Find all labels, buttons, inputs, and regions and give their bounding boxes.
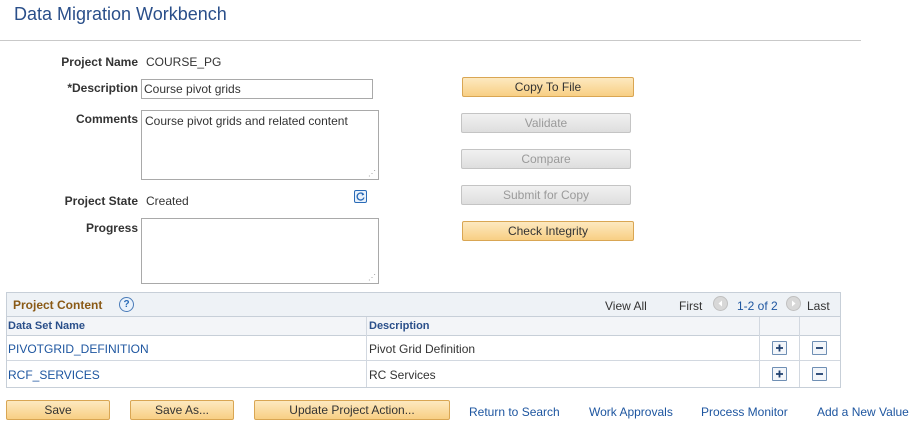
table-row: RCF_SERVICES RC Services xyxy=(7,362,840,387)
data-set-name-link[interactable]: RCF_SERVICES xyxy=(8,368,100,382)
minus-icon[interactable] xyxy=(812,341,827,355)
arrow-right-icon[interactable] xyxy=(786,296,801,311)
grid-header: Project Content ? View All First 1-2 of … xyxy=(7,293,840,317)
project-state-label: Project State xyxy=(64,194,138,208)
data-set-name-link[interactable]: PIVOTGRID_DEFINITION xyxy=(8,342,149,356)
work-approvals-link[interactable]: Work Approvals xyxy=(589,405,673,419)
validate-button: Validate xyxy=(461,113,631,133)
save-button[interactable]: Save xyxy=(6,400,110,420)
project-name-label: Project Name xyxy=(61,55,138,69)
refresh-icon[interactable] xyxy=(354,190,367,203)
first-link[interactable]: First xyxy=(679,299,702,313)
view-all-link[interactable]: View All xyxy=(605,299,647,313)
description-label: *Description xyxy=(67,81,138,95)
copy-to-file-button[interactable]: Copy To File xyxy=(462,77,634,97)
data-set-description: Pivot Grid Definition xyxy=(369,342,476,356)
comments-text: Course pivot grids and related content xyxy=(145,114,348,128)
last-link[interactable]: Last xyxy=(807,299,830,313)
description-field[interactable] xyxy=(141,79,373,99)
row-range: 1-2 of 2 xyxy=(737,299,778,313)
resize-grip-icon[interactable]: ⋰ xyxy=(368,170,376,178)
grid-column-headers: Data Set Name Description xyxy=(7,317,840,336)
return-to-search-link[interactable]: Return to Search xyxy=(469,405,560,419)
help-icon[interactable]: ? xyxy=(119,297,134,312)
add-new-value-link[interactable]: Add a New Value xyxy=(817,405,909,419)
submit-for-copy-button: Submit for Copy xyxy=(461,185,631,205)
save-as-button[interactable]: Save As... xyxy=(130,400,234,420)
minus-icon[interactable] xyxy=(812,367,827,381)
check-integrity-button[interactable]: Check Integrity xyxy=(462,221,634,241)
column-header-data-set-name[interactable]: Data Set Name xyxy=(8,320,85,332)
process-monitor-link[interactable]: Process Monitor xyxy=(701,405,788,419)
plus-icon[interactable] xyxy=(772,367,787,381)
project-name-value: COURSE_PG xyxy=(146,55,222,69)
plus-icon[interactable] xyxy=(772,341,787,355)
compare-button: Compare xyxy=(461,149,631,169)
data-set-description: RC Services xyxy=(369,368,436,382)
column-header-description[interactable]: Description xyxy=(369,320,430,332)
update-project-action-button[interactable]: Update Project Action... xyxy=(254,400,450,420)
project-content-grid: Project Content ? View All First 1-2 of … xyxy=(6,292,841,388)
progress-label: Progress xyxy=(85,221,138,235)
resize-grip-icon[interactable]: ⋰ xyxy=(368,274,376,282)
arrow-left-icon[interactable] xyxy=(713,296,728,311)
title-divider xyxy=(0,40,861,41)
grid-title: Project Content xyxy=(13,298,103,312)
project-state-value: Created xyxy=(146,194,189,208)
page-title: Data Migration Workbench xyxy=(14,4,227,24)
comments-field[interactable]: Course pivot grids and related content ⋰ xyxy=(141,110,379,180)
table-row: PIVOTGRID_DEFINITION Pivot Grid Definiti… xyxy=(7,336,840,361)
progress-field[interactable]: ⋰ xyxy=(141,218,379,284)
comments-label: Comments xyxy=(75,112,138,126)
